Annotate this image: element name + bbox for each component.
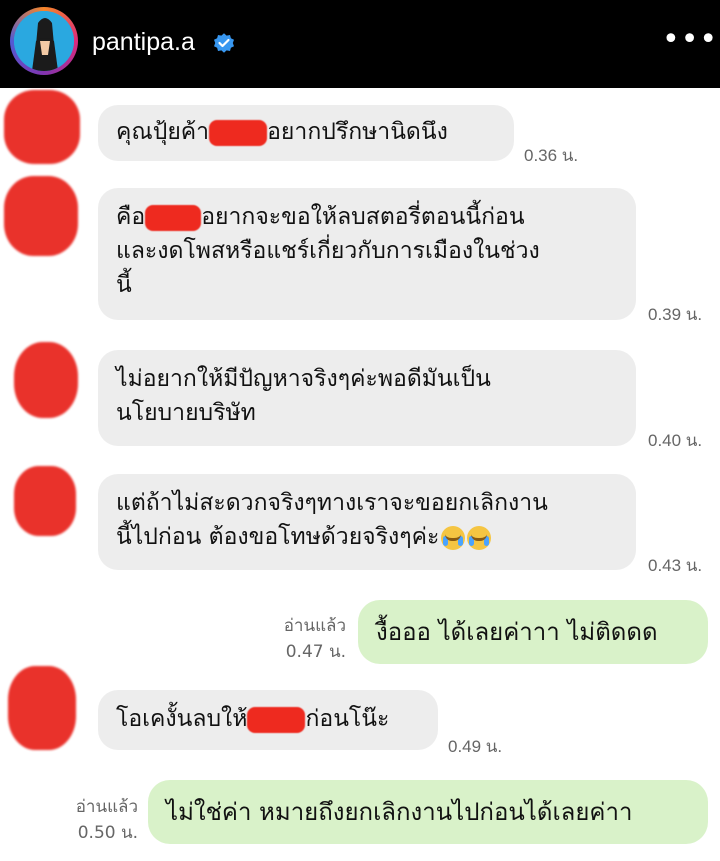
redacted-avatar — [4, 90, 80, 164]
redaction-mark — [209, 119, 268, 146]
redacted-avatar — [4, 176, 78, 256]
message-line: นี้ไปก่อน ต้องขอโทษด้วยจริงๆค่ะ — [116, 520, 618, 554]
message-line: นโยบายบริษัท — [116, 400, 256, 426]
message-text: คุณปุ้ยค้า — [116, 119, 210, 145]
redaction-mark — [247, 706, 306, 733]
loudly-crying-face-icon — [467, 525, 492, 550]
message-text: ไม่ใช่ค่า หมายถึงยกเลิกงานไปก่อนได้เลยค่… — [166, 798, 633, 826]
message-text: นี้ไปก่อน ต้องขอโทษด้วยจริงๆค่ะ — [116, 524, 440, 550]
avatar[interactable] — [14, 11, 74, 71]
more-options-icon[interactable]: ••• — [662, 22, 718, 57]
read-receipt: อ่านแล้ว 0.47 น. — [262, 613, 346, 665]
redacted-avatar — [8, 666, 76, 750]
loudly-crying-face-icon — [441, 525, 466, 550]
message-timestamp: 0.49 น. — [448, 737, 503, 756]
message-bubble-outgoing[interactable]: ไม่ใช่ค่า หมายถึงยกเลิกงานไปก่อนได้เลยค่… — [148, 780, 708, 844]
message-bubble-incoming[interactable]: คือ อยากจะขอให้ลบสตอรี่ตอนนี้ก่อน และงดโพ… — [98, 188, 636, 320]
verified-badge-icon — [214, 33, 234, 53]
message-bubble-incoming[interactable]: ไม่อยากให้มีปัญหาจริงๆค่ะพอดีมันเป็น นโย… — [98, 350, 636, 446]
message-text: อยากจะขอให้ลบสตอรี่ตอนนี้ก่อน — [201, 204, 525, 230]
message-line: คือ อยากจะขอให้ลบสตอรี่ตอนนี้ก่อน — [116, 200, 618, 234]
message-text: อยากปรึกษานิดนึง — [267, 119, 448, 145]
read-label: อ่านแล้ว — [283, 616, 346, 636]
profile-picture-icon — [14, 11, 74, 71]
redacted-avatar — [14, 466, 76, 536]
message-text: งื้อออ ได้เลยค่าาา ไม่ติดดด — [376, 618, 658, 646]
profile-header: pantipa.a ••• — [0, 0, 720, 88]
message-bubble-incoming[interactable]: โอเคงั้นลบให้ ก่อนโน๊ะ — [98, 690, 438, 750]
message-timestamp: 0.47 น. — [285, 642, 346, 662]
message-text: ก่อนโน๊ะ — [305, 706, 390, 732]
message-timestamp: 0.50 น. — [77, 823, 138, 843]
message-timestamp: 0.43 น. — [648, 556, 703, 575]
read-label: อ่านแล้ว — [75, 797, 138, 817]
message-line: แต่ถ้าไม่สะดวกจริงๆทางเราจะขอยกเลิกงาน — [116, 490, 548, 516]
avatar-story-ring[interactable] — [10, 7, 78, 75]
message-timestamp: 0.39 น. — [648, 305, 703, 324]
message-line: และงดโพสหรือแชร์เกี่ยวกับการเมืองในช่วง — [116, 238, 540, 264]
read-receipt: อ่านแล้ว 0.50 น. — [52, 794, 138, 846]
redaction-mark — [145, 204, 202, 231]
message-timestamp: 0.40 น. — [648, 431, 703, 450]
message-bubble-incoming[interactable]: คุณปุ้ยค้า อยากปรึกษานิดนึง — [98, 105, 514, 161]
message-bubble-incoming[interactable]: แต่ถ้าไม่สะดวกจริงๆทางเราจะขอยกเลิกงาน น… — [98, 474, 636, 570]
message-text: โอเคงั้นลบให้ — [116, 706, 248, 732]
username[interactable]: pantipa.a — [92, 28, 195, 57]
message-text: คือ — [116, 204, 146, 230]
message-line: ไม่อยากให้มีปัญหาจริงๆค่ะพอดีมันเป็น — [116, 366, 491, 392]
message-line: นี้ — [116, 272, 132, 298]
message-bubble-outgoing[interactable]: งื้อออ ได้เลยค่าาา ไม่ติดดด — [358, 600, 708, 664]
redacted-avatar — [14, 342, 78, 418]
message-timestamp: 0.36 น. — [524, 146, 579, 165]
